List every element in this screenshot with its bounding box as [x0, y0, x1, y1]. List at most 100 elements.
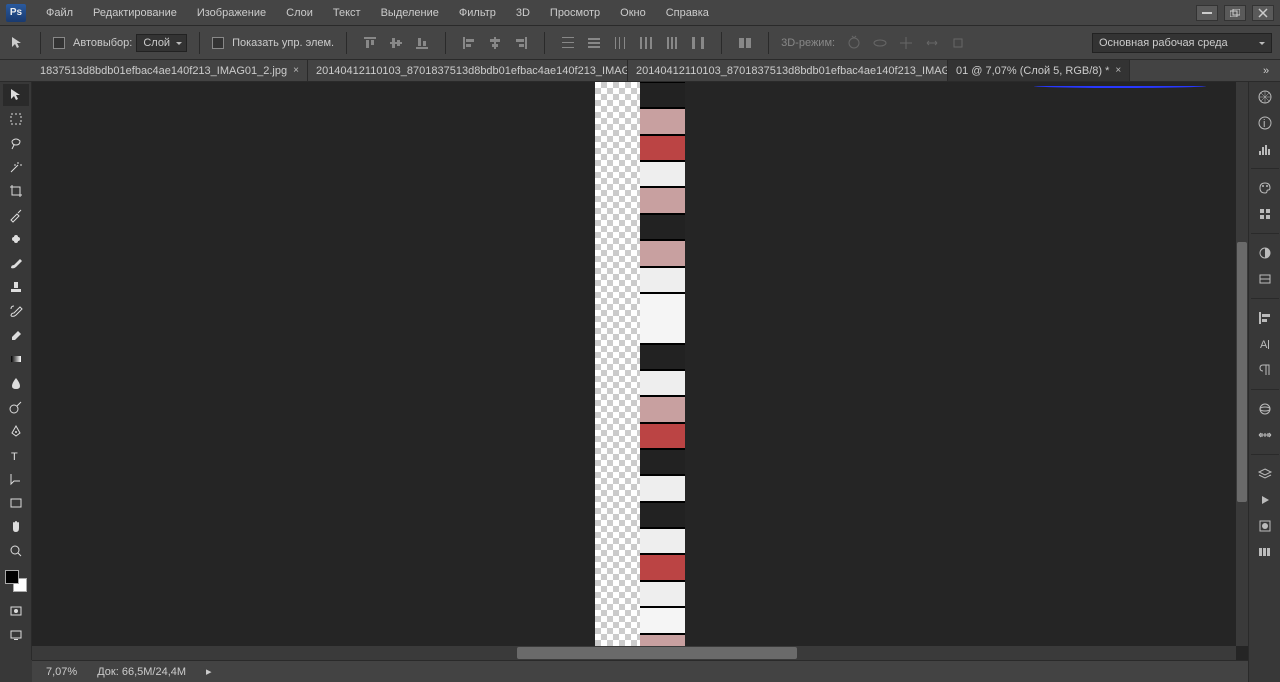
menubar: Ps Файл Редактирование Изображение Слои … — [0, 0, 1280, 26]
history-brush-tool[interactable] — [3, 300, 29, 322]
tab-2[interactable]: 20140412110103_8701837513d8bdb01efbac4ae… — [308, 60, 628, 81]
path-tool[interactable] — [3, 468, 29, 490]
menu-help[interactable]: Справка — [656, 0, 719, 26]
menu-window[interactable]: Окно — [610, 0, 656, 26]
scrollbar-thumb[interactable] — [517, 647, 797, 659]
3d-pan-icon[interactable] — [895, 32, 917, 54]
blur-tool[interactable] — [3, 372, 29, 394]
pen-tool[interactable] — [3, 420, 29, 442]
dist-left-icon[interactable] — [635, 32, 657, 54]
menu-3d[interactable]: 3D — [506, 0, 540, 26]
paragraph-panel-icon[interactable] — [1253, 359, 1277, 381]
dist-top-icon[interactable] — [557, 32, 579, 54]
eyedropper-tool[interactable] — [3, 204, 29, 226]
character-panel-icon[interactable]: A — [1253, 333, 1277, 355]
frame — [640, 345, 685, 369]
dist-vc-icon[interactable] — [583, 32, 605, 54]
canvas[interactable] — [595, 82, 685, 660]
zoom-tool[interactable] — [3, 540, 29, 562]
adjustments-panel-icon[interactable] — [1253, 242, 1277, 264]
align-vcenter-icon[interactable] — [385, 32, 407, 54]
show-controls-checkbox[interactable] — [212, 37, 224, 49]
align-right-icon[interactable] — [510, 32, 532, 54]
menu-edit[interactable]: Редактирование — [83, 0, 187, 26]
swatches-panel-icon[interactable] — [1253, 203, 1277, 225]
play-icon[interactable] — [1253, 489, 1277, 511]
3d-rotate-icon[interactable] — [843, 32, 865, 54]
type-tool[interactable]: T — [3, 444, 29, 466]
menu-text[interactable]: Текст — [323, 0, 371, 26]
doc-info[interactable]: Док: 66,5M/24,4M — [97, 666, 186, 678]
heal-tool[interactable] — [3, 228, 29, 250]
frame — [640, 83, 685, 107]
dist-bot-icon[interactable] — [609, 32, 631, 54]
quickmask-tool[interactable] — [3, 600, 29, 622]
dist-hc-icon[interactable] — [661, 32, 683, 54]
tab-3[interactable]: 20140412110103_8701837513d8bdb01efbac4ae… — [628, 60, 948, 81]
align-bottom-icon[interactable] — [411, 32, 433, 54]
workspace-selector[interactable]: Основная рабочая среда — [1092, 33, 1272, 53]
styles-panel-icon[interactable] — [1253, 268, 1277, 290]
shape-tool[interactable] — [3, 492, 29, 514]
measure-panel-icon[interactable] — [1253, 424, 1277, 446]
document-tabs: 1837513d8bdb01efbac4ae140f213_IMAG01_2.j… — [0, 60, 1280, 82]
autoselect-checkbox[interactable] — [53, 37, 65, 49]
eraser-tool[interactable] — [3, 324, 29, 346]
brush-tool[interactable] — [3, 252, 29, 274]
autoselect-dropdown[interactable]: Слой — [136, 34, 187, 52]
foreground-color[interactable] — [5, 570, 19, 584]
menu-filter[interactable]: Фильтр — [449, 0, 506, 26]
menu-select[interactable]: Выделение — [371, 0, 449, 26]
align-hcenter-icon[interactable] — [484, 32, 506, 54]
dist-right-icon[interactable] — [687, 32, 709, 54]
minimize-button[interactable] — [1196, 5, 1218, 21]
frame — [640, 476, 685, 500]
align-left-icon[interactable] — [458, 32, 480, 54]
tools-panel: T — [0, 82, 32, 660]
hand-tool[interactable] — [3, 516, 29, 538]
move-tool[interactable] — [3, 84, 29, 106]
color-swatches[interactable] — [5, 570, 27, 592]
align-top-icon[interactable] — [359, 32, 381, 54]
restore-button[interactable] — [1224, 5, 1246, 21]
channels-panel-icon[interactable] — [1253, 515, 1277, 537]
histogram-icon[interactable] — [1253, 138, 1277, 160]
3d-scale-icon[interactable] — [947, 32, 969, 54]
compass-icon[interactable] — [1253, 86, 1277, 108]
info-panel-icon[interactable]: i — [1253, 112, 1277, 134]
layers-panel-icon[interactable] — [1253, 463, 1277, 485]
zoom-value[interactable]: 7,07% — [46, 666, 77, 678]
align-panel-icon[interactable] — [1253, 307, 1277, 329]
menu-file[interactable]: Файл — [36, 0, 83, 26]
wand-tool[interactable] — [3, 156, 29, 178]
close-icon[interactable]: × — [293, 65, 299, 76]
close-button[interactable] — [1252, 5, 1274, 21]
tab-1[interactable]: 1837513d8bdb01efbac4ae140f213_IMAG01_2.j… — [32, 60, 308, 81]
scrollbar-horizontal[interactable] — [32, 646, 1236, 660]
3d-panel-icon[interactable] — [1253, 398, 1277, 420]
stamp-tool[interactable] — [3, 276, 29, 298]
frame — [640, 136, 685, 160]
auto-align-icon[interactable] — [734, 32, 756, 54]
menu-layers[interactable]: Слои — [276, 0, 323, 26]
lasso-tool[interactable] — [3, 132, 29, 154]
tab-4[interactable]: 01 @ 7,07% (Слой 5, RGB/8) *× — [948, 60, 1130, 81]
tabs-overflow[interactable]: » — [1252, 60, 1280, 81]
gradient-tool[interactable] — [3, 348, 29, 370]
close-icon[interactable]: × — [1115, 65, 1121, 76]
color-panel-icon[interactable] — [1253, 177, 1277, 199]
status-arrow-icon[interactable]: ▸ — [206, 665, 212, 678]
screenmode-tool[interactable] — [3, 624, 29, 646]
marquee-tool[interactable] — [3, 108, 29, 130]
3d-slide-icon[interactable] — [921, 32, 943, 54]
scrollbar-thumb[interactable] — [1237, 242, 1247, 502]
paths-panel-icon[interactable] — [1253, 541, 1277, 563]
scrollbar-vertical[interactable] — [1236, 82, 1248, 646]
frame — [640, 188, 685, 212]
menu-view[interactable]: Просмотр — [540, 0, 610, 26]
3d-roll-icon[interactable] — [869, 32, 891, 54]
crop-tool[interactable] — [3, 180, 29, 202]
app-logo: Ps — [6, 4, 26, 22]
menu-image[interactable]: Изображение — [187, 0, 276, 26]
dodge-tool[interactable] — [3, 396, 29, 418]
